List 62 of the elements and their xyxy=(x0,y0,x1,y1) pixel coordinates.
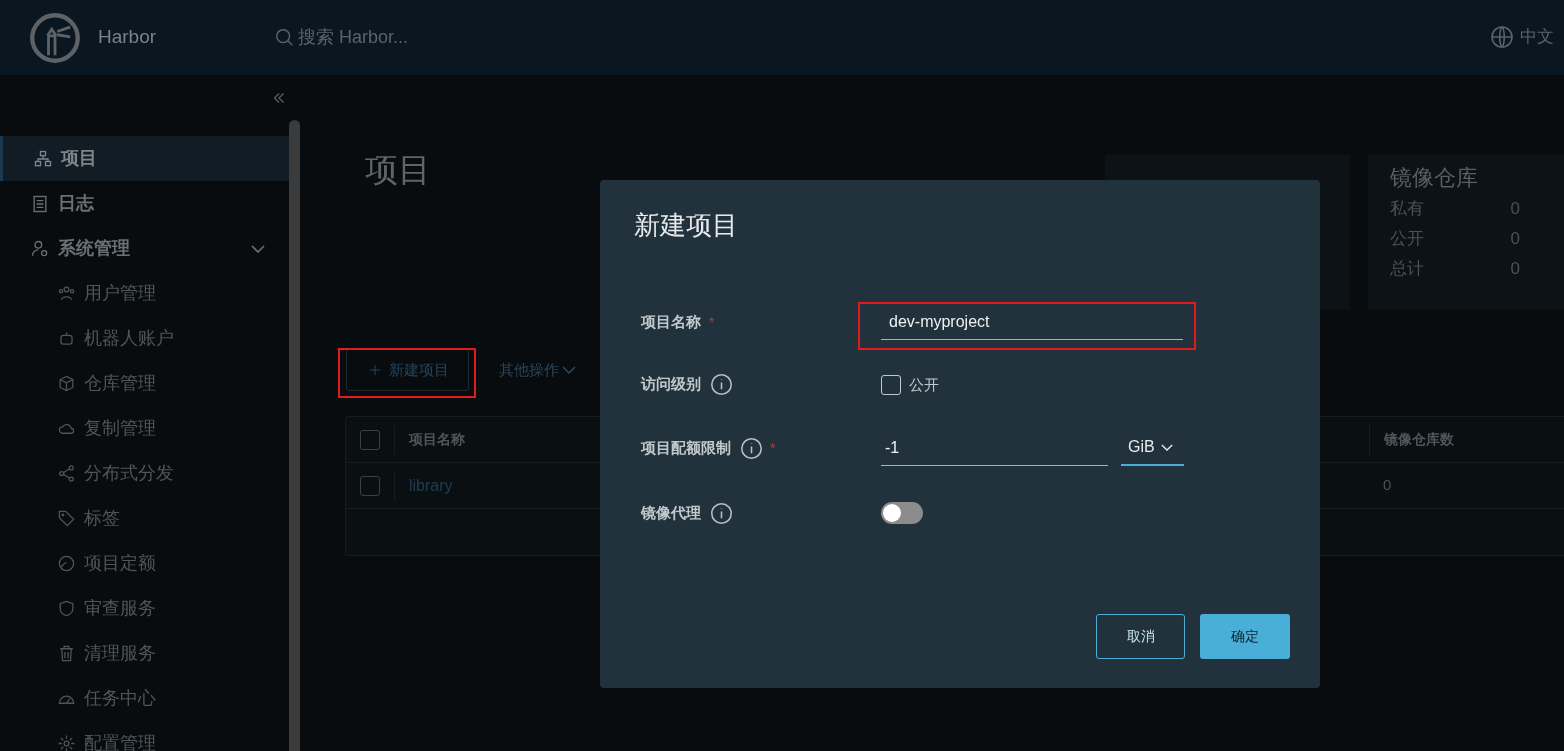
field-label: 镜像代理 xyxy=(641,502,701,523)
row-checkbox[interactable] xyxy=(360,475,380,496)
share-icon xyxy=(57,464,76,483)
page-title: 项目 xyxy=(365,150,431,190)
sidebar-item[interactable]: 日志 xyxy=(0,181,289,226)
chevron-icon[interactable] xyxy=(251,244,265,253)
confirm-button[interactable]: 确定 xyxy=(1200,614,1290,659)
sidebar-item[interactable]: 用户管理 xyxy=(0,271,289,316)
sidebar-item[interactable]: 标签 xyxy=(0,496,289,541)
sidebar-item[interactable]: 任务中心 xyxy=(0,676,289,721)
field-label: 项目配额限制 xyxy=(641,437,731,458)
cube-icon xyxy=(57,374,76,393)
tag-icon xyxy=(57,509,76,528)
stat-label: 私有 xyxy=(1390,198,1424,221)
quota-field[interactable]: -1 xyxy=(881,430,1108,466)
select-all-checkbox[interactable] xyxy=(360,429,380,450)
hierarchy-icon xyxy=(33,148,53,169)
scrollbar[interactable] xyxy=(289,120,300,751)
app-name: Harbor xyxy=(98,25,157,50)
project-name-field[interactable]: dev-myproject xyxy=(881,304,1183,340)
stat-value: 0 xyxy=(1510,228,1520,251)
users-icon xyxy=(57,284,76,303)
language-switcher[interactable]: 中文 xyxy=(1490,24,1554,50)
project-link[interactable]: library xyxy=(409,473,453,498)
sidebar-item[interactable]: 项目定额 xyxy=(0,541,289,586)
proxy-toggle[interactable] xyxy=(881,502,923,524)
public-checkbox[interactable] xyxy=(881,375,901,396)
sidebar-item[interactable]: 配置管理 xyxy=(0,721,289,751)
lighthouse-logo-icon xyxy=(29,11,81,64)
search-field[interactable]: 搜索 Harbor... xyxy=(274,24,409,51)
required-mark: * xyxy=(709,312,715,332)
sidebar-item[interactable]: 仓库管理 xyxy=(0,361,289,406)
shield-icon xyxy=(57,599,76,618)
stat-value: 0 xyxy=(1510,258,1520,281)
cancel-button[interactable]: 取消 xyxy=(1096,614,1185,659)
sidebar-item[interactable]: 系统管理 xyxy=(0,226,289,271)
stat-label: 总计 xyxy=(1390,258,1424,281)
sidebar-item[interactable]: 机器人账户 xyxy=(0,316,289,361)
required-mark: * xyxy=(770,438,776,458)
globe-icon xyxy=(1490,24,1514,49)
sidebar-item[interactable]: 清理服务 xyxy=(0,631,289,676)
more-actions-button[interactable]: 其他操作 xyxy=(499,358,576,382)
new-project-button[interactable]: 新建项目 xyxy=(346,349,469,391)
sidebar-item[interactable]: 分布式分发 xyxy=(0,451,289,496)
field-label: 项目名称 xyxy=(641,311,701,332)
dialog-title: 新建项目 xyxy=(634,209,738,242)
unit-select[interactable]: GiB xyxy=(1121,430,1184,466)
chevron-icon xyxy=(1160,443,1173,451)
stat-label: 公开 xyxy=(1390,228,1424,251)
robot-icon xyxy=(57,329,76,348)
chevron-icon xyxy=(562,366,576,374)
trash-icon xyxy=(57,644,76,663)
sidebar-item[interactable]: 审查服务 xyxy=(0,586,289,631)
checkbox-label: 公开 xyxy=(909,375,939,395)
sidebar-item[interactable]: 复制管理 xyxy=(0,406,289,451)
column-header[interactable]: 镜像仓库数 xyxy=(1369,424,1564,455)
table-cell-text: 0 xyxy=(1382,475,1393,496)
field-label: 访问级别 xyxy=(641,373,701,394)
sidebar-item[interactable]: 项目 xyxy=(0,136,289,181)
card-title: 镜像仓库 xyxy=(1390,164,1479,192)
stat-value: 0 xyxy=(1510,198,1520,221)
gauge-icon xyxy=(57,554,76,573)
